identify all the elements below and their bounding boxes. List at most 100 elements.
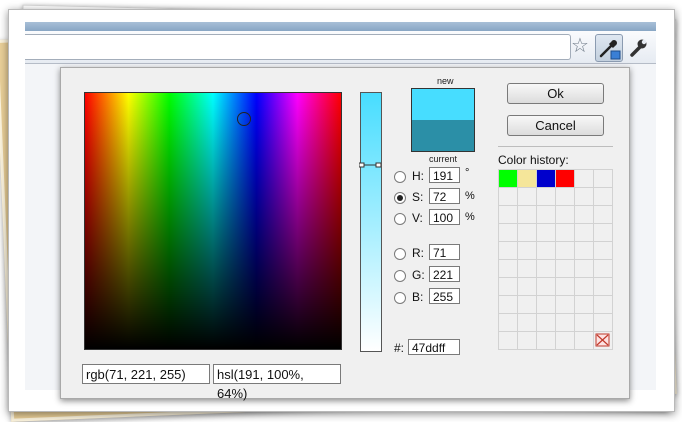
history-empty-slot[interactable] (517, 205, 536, 223)
history-empty-slot[interactable] (574, 223, 593, 241)
color-picker-extension-button[interactable] (595, 34, 623, 62)
history-empty-slot[interactable] (498, 331, 517, 349)
history-empty-slot[interactable] (574, 259, 593, 277)
green-field[interactable]: 221 (429, 266, 460, 282)
history-empty-slot[interactable] (536, 331, 555, 349)
rgb-text-field[interactable]: rgb(71, 221, 255) (82, 364, 210, 384)
history-empty-slot[interactable] (574, 313, 593, 331)
wrench-icon[interactable] (629, 38, 649, 58)
history-empty-slot[interactable] (517, 277, 536, 295)
history-swatch[interactable] (555, 169, 574, 187)
history-empty-slot[interactable] (593, 277, 612, 295)
value-unit: % (465, 211, 475, 223)
slider-handle[interactable] (359, 162, 381, 168)
history-empty-slot[interactable] (574, 241, 593, 259)
history-empty-slot[interactable] (555, 259, 574, 277)
history-empty-slot[interactable] (593, 223, 612, 241)
value-radio[interactable] (394, 213, 406, 225)
history-empty-slot[interactable] (555, 205, 574, 223)
history-empty-slot[interactable] (498, 223, 517, 241)
color-history-grid (498, 169, 612, 349)
history-empty-slot[interactable] (574, 205, 593, 223)
history-empty-slot[interactable] (574, 277, 593, 295)
history-empty-slot[interactable] (536, 277, 555, 295)
history-empty-slot[interactable] (574, 169, 593, 187)
history-swatch[interactable] (517, 169, 536, 187)
history-empty-slot[interactable] (498, 205, 517, 223)
red-field[interactable]: 71 (429, 244, 460, 260)
history-empty-slot[interactable] (536, 295, 555, 313)
history-empty-slot[interactable] (593, 241, 612, 259)
history-empty-slot[interactable] (593, 259, 612, 277)
history-empty-slot[interactable] (517, 223, 536, 241)
history-empty-slot[interactable] (555, 187, 574, 205)
history-empty-slot[interactable] (574, 331, 593, 349)
value-field[interactable]: 100 (429, 209, 460, 225)
history-empty-slot[interactable] (555, 331, 574, 349)
history-empty-slot[interactable] (498, 259, 517, 277)
history-empty-slot[interactable] (536, 187, 555, 205)
history-empty-slot[interactable] (574, 295, 593, 313)
history-empty-slot[interactable] (498, 241, 517, 259)
current-color-swatch[interactable] (412, 120, 474, 151)
history-empty-slot[interactable] (517, 331, 536, 349)
history-empty-slot[interactable] (498, 187, 517, 205)
history-empty-slot[interactable] (517, 313, 536, 331)
saturation-label: S: (412, 190, 424, 204)
saturation-radio[interactable] (394, 192, 406, 204)
history-empty-slot[interactable] (593, 313, 612, 331)
star-icon[interactable]: ☆ (571, 35, 589, 57)
history-empty-slot[interactable] (555, 313, 574, 331)
history-empty-slot[interactable] (574, 187, 593, 205)
saturation-field[interactable]: 72 (429, 188, 460, 204)
blue-field[interactable]: 255 (429, 288, 460, 304)
history-empty-slot[interactable] (555, 223, 574, 241)
hsl-text-field[interactable]: hsl(191, 100%, 64%) (213, 364, 341, 401)
hue-value-slider[interactable] (359, 92, 382, 352)
history-empty-slot[interactable] (498, 313, 517, 331)
history-empty-slot[interactable] (555, 295, 574, 313)
history-empty-slot[interactable] (593, 205, 612, 223)
color-picker-dialog: new current H: 191 ° S: 72 % V: 100 % R:… (60, 67, 630, 401)
red-radio[interactable] (394, 248, 406, 260)
value-label: V: (412, 211, 423, 225)
history-empty-slot[interactable] (517, 241, 536, 259)
saturation-value-field[interactable] (84, 92, 342, 350)
history-empty-slot[interactable] (593, 169, 612, 187)
history-empty-slot[interactable] (498, 277, 517, 295)
new-color-label: new (437, 76, 454, 86)
green-label: G: (412, 268, 425, 282)
history-empty-slot[interactable] (517, 295, 536, 313)
divider (498, 146, 613, 147)
blue-radio[interactable] (394, 292, 406, 304)
ok-button[interactable]: Ok (507, 83, 604, 104)
history-empty-slot[interactable] (593, 187, 612, 205)
title-bar (25, 22, 656, 31)
sv-cursor[interactable] (237, 112, 251, 126)
green-radio[interactable] (394, 270, 406, 282)
cancel-button[interactable]: Cancel (507, 115, 604, 136)
history-empty-slot[interactable] (536, 223, 555, 241)
history-empty-slot[interactable] (517, 259, 536, 277)
history-empty-slot[interactable] (498, 295, 517, 313)
hue-field[interactable]: 191 (429, 167, 460, 183)
history-empty-slot[interactable] (536, 313, 555, 331)
new-color-swatch (412, 89, 474, 120)
history-empty-slot[interactable] (555, 241, 574, 259)
clear-history-button[interactable] (593, 331, 612, 349)
hue-unit: ° (465, 167, 470, 179)
history-empty-slot[interactable] (593, 295, 612, 313)
saturation-unit: % (465, 190, 475, 202)
hue-radio[interactable] (394, 171, 406, 183)
address-bar[interactable] (25, 34, 571, 60)
history-swatch[interactable] (498, 169, 517, 187)
history-empty-slot[interactable] (536, 259, 555, 277)
history-empty-slot[interactable] (536, 241, 555, 259)
hue-label: H: (412, 169, 424, 183)
hex-field[interactable]: 47ddff (408, 339, 460, 355)
history-empty-slot[interactable] (555, 277, 574, 295)
history-swatch[interactable] (536, 169, 555, 187)
hex-label: #: (394, 341, 405, 355)
history-empty-slot[interactable] (517, 187, 536, 205)
history-empty-slot[interactable] (536, 205, 555, 223)
